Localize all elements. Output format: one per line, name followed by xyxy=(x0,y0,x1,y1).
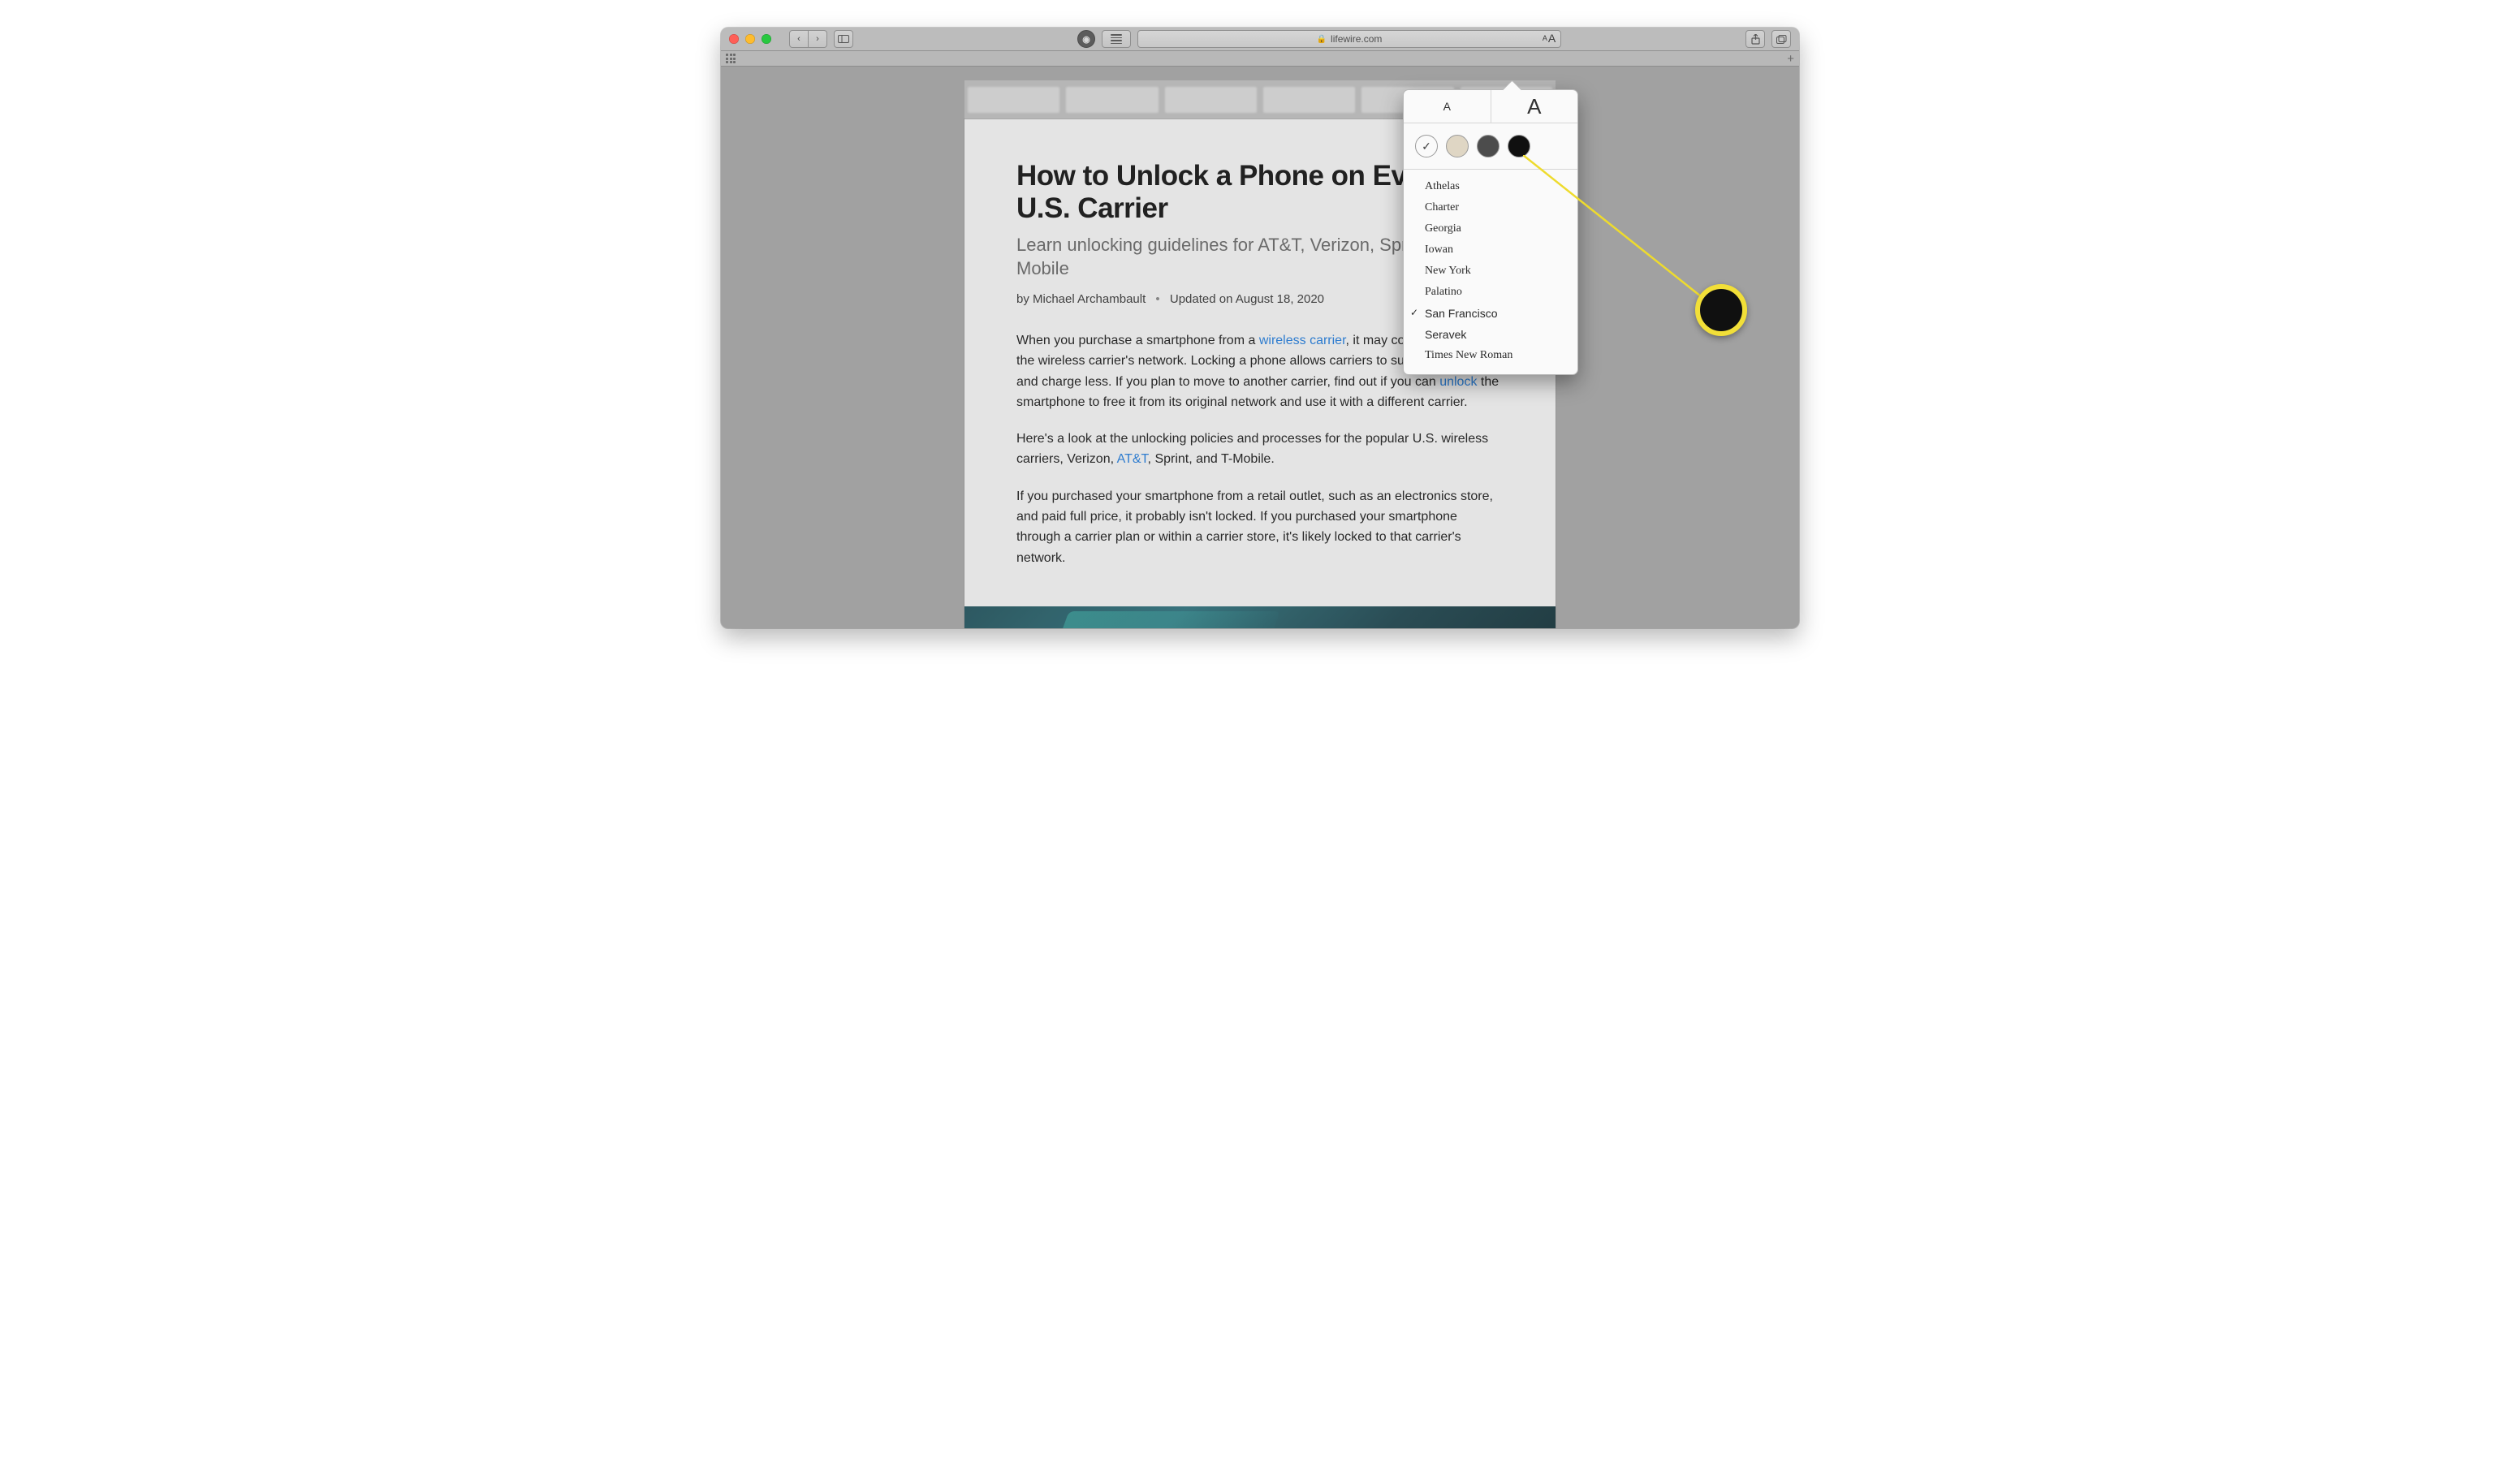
content-area: How to Unlock a Phone on Every U.S. Carr… xyxy=(721,67,1799,628)
callout-highlight-circle xyxy=(1695,284,1747,336)
share-button[interactable] xyxy=(1745,30,1765,48)
theme-sepia-button[interactable] xyxy=(1446,135,1469,157)
browser-window: ‹ › ◉ 🔒 lifewire.com A A xyxy=(721,28,1799,628)
font-option-seravek[interactable]: Seravek xyxy=(1404,324,1577,345)
nav-segment: ‹ › xyxy=(789,30,827,48)
show-all-tabs-button[interactable] xyxy=(726,54,736,63)
decrease-text-size-button[interactable]: A xyxy=(1404,90,1491,123)
forward-button[interactable]: › xyxy=(809,30,827,48)
sidebar-button[interactable] xyxy=(834,30,853,48)
paragraph-icon xyxy=(1111,34,1122,44)
sidebar-icon xyxy=(838,35,849,43)
share-icon xyxy=(1751,34,1760,45)
link-unlock[interactable]: unlock xyxy=(1439,375,1477,389)
text: , Sprint, and T-Mobile. xyxy=(1148,452,1275,466)
tabs-overview-button[interactable] xyxy=(1771,30,1791,48)
theme-gray-button[interactable] xyxy=(1477,135,1499,157)
font-option-san-francisco[interactable]: San Francisco xyxy=(1404,303,1577,324)
font-option-iowan[interactable]: Iowan xyxy=(1404,239,1577,261)
font-option-new-york[interactable]: New York xyxy=(1404,261,1577,282)
font-option-charter[interactable]: Charter xyxy=(1404,197,1577,218)
article-hero-image xyxy=(964,606,1556,628)
font-option-palatino[interactable]: Palatino xyxy=(1404,282,1577,303)
text-size-row: A A xyxy=(1404,90,1577,123)
toolbar: ‹ › ◉ 🔒 lifewire.com A A xyxy=(721,28,1799,51)
maximize-window-button[interactable] xyxy=(762,34,771,44)
article-author: Michael Archambault xyxy=(1033,292,1146,306)
reader-appearance-button[interactable]: A A xyxy=(1541,32,1557,45)
theme-white-button[interactable]: ✓ xyxy=(1415,135,1438,157)
chevron-left-icon: ‹ xyxy=(797,35,800,44)
font-option-georgia[interactable]: Georgia xyxy=(1404,218,1577,239)
reader-toggle-button[interactable] xyxy=(1102,30,1131,48)
byline-prefix: by xyxy=(1016,292,1033,306)
address-host: lifewire.com xyxy=(1331,33,1382,45)
lock-icon: 🔒 xyxy=(1317,35,1327,44)
chevron-right-icon: › xyxy=(816,35,819,44)
text-size-icon: A xyxy=(1543,34,1547,42)
font-option-times-new-roman[interactable]: Times New Roman xyxy=(1404,345,1577,366)
tabs-icon xyxy=(1776,35,1787,44)
link-wireless-carrier[interactable]: wireless carrier xyxy=(1259,334,1346,347)
check-icon: ✓ xyxy=(1422,140,1431,153)
font-list: AthelasCharterGeorgiaIowanNew YorkPalati… xyxy=(1404,170,1577,374)
article-date: August 18, 2020 xyxy=(1236,292,1324,306)
increase-text-size-button[interactable]: A xyxy=(1491,90,1578,123)
new-tab-button[interactable]: + xyxy=(1787,53,1794,65)
link-att[interactable]: AT&T xyxy=(1117,452,1148,466)
theme-black-button[interactable] xyxy=(1508,135,1530,157)
article-paragraph: If you purchased your smartphone from a … xyxy=(1016,486,1504,568)
back-button[interactable]: ‹ xyxy=(789,30,809,48)
privacy-report-button[interactable]: ◉ xyxy=(1077,30,1095,48)
byline-separator: • xyxy=(1155,292,1159,306)
updated-prefix: Updated on xyxy=(1170,292,1236,306)
reader-appearance-popover: A A ✓ AthelasCharterGeorgiaIowanNew York… xyxy=(1403,89,1578,375)
text: When you purchase a smartphone from a xyxy=(1016,334,1259,347)
toolbar-right xyxy=(1745,30,1791,48)
article-paragraph: Here's a look at the unlocking policies … xyxy=(1016,429,1504,470)
shield-icon: ◉ xyxy=(1082,34,1090,45)
minimize-window-button[interactable] xyxy=(745,34,755,44)
address-bar[interactable]: 🔒 lifewire.com A A xyxy=(1137,30,1561,48)
font-option-athelas[interactable]: Athelas xyxy=(1404,176,1577,197)
window-controls xyxy=(729,34,771,44)
text-size-icon-large: A xyxy=(1548,32,1556,45)
close-window-button[interactable] xyxy=(729,34,739,44)
theme-swatch-row: ✓ xyxy=(1404,123,1577,170)
tab-strip: + xyxy=(721,51,1799,67)
